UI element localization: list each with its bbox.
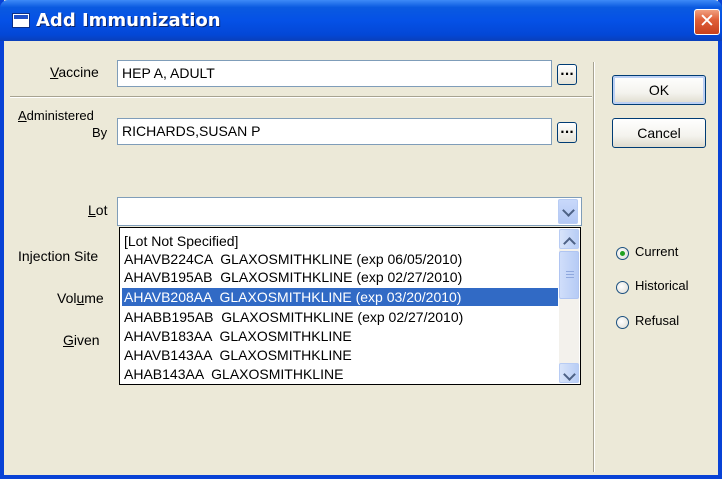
- current-radio-label[interactable]: Current: [635, 244, 678, 259]
- refusal-radio[interactable]: [616, 316, 629, 329]
- administered-by-label: Administered: [18, 108, 94, 123]
- lot-combobox[interactable]: [117, 197, 582, 226]
- refusal-radio-label[interactable]: Refusal: [635, 313, 679, 328]
- given-label: Given: [63, 332, 100, 348]
- lot-option[interactable]: AHAVB195AB GLAXOSMITHKLINE (exp 02/27/20…: [122, 268, 558, 286]
- lot-option[interactable]: AHAVB224CA GLAXOSMITHKLINE (exp 06/05/20…: [122, 250, 558, 268]
- scroll-up-button[interactable]: [559, 229, 579, 250]
- administered-by-field[interactable]: RICHARDS,SUSAN P: [117, 118, 552, 145]
- lot-option[interactable]: AHAVB143AA GLAXOSMITHKLINE: [122, 346, 558, 364]
- chevron-up-icon: [563, 237, 576, 250]
- vaccine-field[interactable]: HEP A, ADULT: [117, 60, 552, 87]
- historical-radio[interactable]: [616, 281, 629, 294]
- lot-option-not-specified[interactable]: [Lot Not Specified]: [122, 232, 558, 250]
- administered-by-label-line2: By: [92, 125, 108, 140]
- ok-button[interactable]: OK: [612, 75, 706, 105]
- vertical-divider-highlight: [594, 62, 595, 472]
- close-button[interactable]: ✕: [694, 9, 720, 35]
- chevron-down-icon: [563, 368, 576, 381]
- scroll-thumb[interactable]: [559, 251, 579, 299]
- lot-label: Lot: [88, 202, 108, 218]
- lot-option[interactable]: AHABB195AB GLAXOSMITHKLINE (exp 02/27/20…: [122, 308, 558, 326]
- separator-line-highlight: [10, 97, 592, 98]
- administered-by-lookup-button[interactable]: ...: [557, 122, 577, 143]
- grip-line: [566, 277, 574, 278]
- lot-option-selected[interactable]: AHAVB208AA GLAXOSMITHKLINE (exp 03/20/20…: [122, 288, 558, 306]
- lot-dropdown-button[interactable]: [558, 199, 578, 224]
- volume-label: Volume: [57, 290, 104, 306]
- cancel-button[interactable]: Cancel: [612, 118, 706, 148]
- title-bar[interactable]: Add Immunization ✕: [0, 0, 722, 41]
- lot-dropdown-list[interactable]: [Lot Not Specified] AHAVB224CA GLAXOSMIT…: [119, 227, 581, 385]
- window-icon: [12, 13, 30, 28]
- scroll-down-button[interactable]: [559, 363, 579, 383]
- injection-site-label: Injection Site: [18, 248, 99, 264]
- window-title: Add Immunization: [36, 10, 221, 31]
- chevron-down-icon: [562, 204, 575, 217]
- vaccine-lookup-button[interactable]: ...: [557, 64, 577, 85]
- vaccine-label: Vaccine: [50, 64, 99, 80]
- lot-option[interactable]: AHAB143AA GLAXOSMITHKLINE: [122, 365, 558, 383]
- current-radio[interactable]: [616, 247, 629, 260]
- lot-list-scrollbar[interactable]: [559, 229, 579, 383]
- historical-radio-label[interactable]: Historical: [635, 278, 688, 293]
- grip-line: [566, 274, 574, 275]
- lot-option[interactable]: AHAVB183AA GLAXOSMITHKLINE: [122, 327, 558, 345]
- grip-line: [566, 271, 574, 272]
